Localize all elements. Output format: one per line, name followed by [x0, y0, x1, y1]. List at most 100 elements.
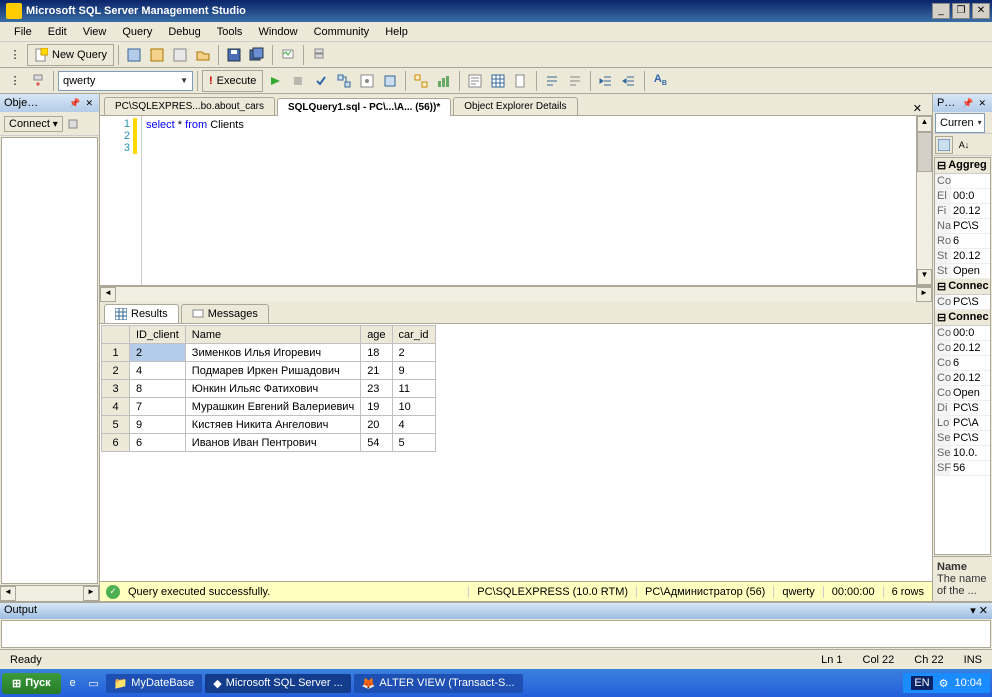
language-indicator[interactable]: EN: [911, 676, 932, 690]
indent-icon[interactable]: [595, 70, 617, 92]
registered-servers-icon[interactable]: [308, 44, 330, 66]
alphabetical-icon[interactable]: A↓: [955, 136, 973, 154]
minimize-button[interactable]: _: [932, 3, 950, 19]
grid-cell[interactable]: 2: [130, 344, 186, 362]
property-row[interactable]: Co20.12: [935, 371, 990, 386]
grid-cell[interactable]: 11: [392, 380, 435, 398]
table-row[interactable]: 24Подмарев Иркен Ришадович219: [102, 362, 436, 380]
pin-icon[interactable]: 📌: [960, 98, 975, 109]
scroll-left-icon[interactable]: ◄: [100, 287, 116, 302]
property-row[interactable]: SePC\S: [935, 431, 990, 446]
close-panel-icon[interactable]: ✕: [979, 604, 988, 618]
change-connection-icon[interactable]: [27, 70, 49, 92]
document-tab[interactable]: SQLQuery1.sql - PC\...\А... (56))*: [277, 98, 451, 116]
client-stats-icon[interactable]: [433, 70, 455, 92]
property-category[interactable]: ⊟Connec: [935, 310, 990, 326]
blank-query-icon[interactable]: [169, 44, 191, 66]
grid-cell[interactable]: 20: [361, 416, 392, 434]
specify-values-icon[interactable]: AB: [649, 70, 671, 92]
close-panel-icon[interactable]: ✕: [976, 98, 988, 109]
table-row[interactable]: 59Кистяев Никита Ангелович204: [102, 416, 436, 434]
save-all-icon[interactable]: [246, 44, 268, 66]
pin-icon[interactable]: 📌: [67, 98, 82, 109]
close-button[interactable]: ✕: [972, 3, 990, 19]
estimated-plan-icon[interactable]: [333, 70, 355, 92]
tab-close-button[interactable]: ✕: [907, 102, 928, 115]
property-row[interactable]: Co6: [935, 356, 990, 371]
grid-cell[interactable]: 4: [130, 362, 186, 380]
restore-button[interactable]: ❐: [952, 3, 970, 19]
grid-cell[interactable]: Подмарев Иркен Ришадович: [185, 362, 360, 380]
results-text-icon[interactable]: [464, 70, 486, 92]
close-panel-icon[interactable]: ✕: [83, 98, 95, 109]
property-row[interactable]: Co20.12: [935, 341, 990, 356]
document-tab[interactable]: Object Explorer Details: [453, 97, 577, 115]
grid-cell[interactable]: 6: [130, 434, 186, 452]
grid-cell[interactable]: Иванов Иван Пентрович: [185, 434, 360, 452]
results-tab[interactable]: Results: [104, 304, 179, 323]
pin-icon[interactable]: ▾: [970, 604, 976, 618]
messages-tab[interactable]: Messages: [181, 304, 269, 323]
column-header[interactable]: ID_client: [130, 326, 186, 344]
table-row[interactable]: 12Зименков Илья Игоревич182: [102, 344, 436, 362]
menu-edit[interactable]: Edit: [40, 24, 75, 39]
comment-icon[interactable]: [541, 70, 563, 92]
property-row[interactable]: DiPC\S: [935, 401, 990, 416]
connect-button[interactable]: Connect ▾: [4, 116, 63, 132]
show-desktop-icon[interactable]: ▭: [85, 674, 103, 692]
grid-cell[interactable]: 10: [392, 398, 435, 416]
menu-tools[interactable]: Tools: [209, 24, 251, 39]
scrollbar-thumb[interactable]: [917, 132, 932, 172]
scroll-up-icon[interactable]: ▲: [917, 116, 932, 132]
uncomment-icon[interactable]: [564, 70, 586, 92]
scroll-right-icon[interactable]: ►: [916, 287, 932, 302]
menu-view[interactable]: View: [75, 24, 115, 39]
results-file-icon[interactable]: [510, 70, 532, 92]
property-category[interactable]: ⊟Connec: [935, 279, 990, 295]
menu-help[interactable]: Help: [377, 24, 416, 39]
code-editor[interactable]: select * from Clients: [142, 116, 916, 285]
row-number[interactable]: 3: [102, 380, 130, 398]
row-number[interactable]: 6: [102, 434, 130, 452]
property-row[interactable]: Fi20.12: [935, 204, 990, 219]
table-row[interactable]: 66Иванов Иван Пентрович545: [102, 434, 436, 452]
property-row[interactable]: LoPC\А: [935, 416, 990, 431]
grid-cell[interactable]: 21: [361, 362, 392, 380]
open-file-icon[interactable]: [192, 44, 214, 66]
taskbar-item-folder[interactable]: 📁 MyDateBase: [106, 674, 203, 693]
new-query-button[interactable]: New Query: [27, 44, 114, 66]
menu-file[interactable]: File: [6, 24, 40, 39]
grid-corner[interactable]: [102, 326, 130, 344]
grid-cell[interactable]: 54: [361, 434, 392, 452]
menu-query[interactable]: Query: [114, 24, 160, 39]
properties-object-dropdown[interactable]: Curren▾: [935, 113, 985, 133]
property-row[interactable]: El00:0: [935, 189, 990, 204]
row-number[interactable]: 5: [102, 416, 130, 434]
property-category[interactable]: ⊟Aggreg: [935, 158, 990, 174]
grid-cell[interactable]: 9: [130, 416, 186, 434]
grid-cell[interactable]: 9: [392, 362, 435, 380]
tray-icon[interactable]: ⚙: [939, 677, 949, 690]
editor-horizontal-scrollbar[interactable]: ◄ ►: [100, 286, 932, 302]
query-options-icon[interactable]: [356, 70, 378, 92]
property-row[interactable]: Co: [935, 174, 990, 189]
disconnect-icon[interactable]: [65, 116, 81, 132]
grid-cell[interactable]: 2: [392, 344, 435, 362]
document-tab[interactable]: PC\SQLEXPRES...bo.about_cars: [104, 97, 275, 115]
property-row[interactable]: Se10.0.: [935, 446, 990, 461]
property-row[interactable]: StOpen: [935, 264, 990, 279]
analysis-query-icon[interactable]: [146, 44, 168, 66]
scroll-left-icon[interactable]: ◄: [0, 586, 16, 601]
clock[interactable]: 10:04: [954, 677, 982, 689]
database-dropdown[interactable]: qwerty ▼: [58, 71, 193, 91]
grid-cell[interactable]: 23: [361, 380, 392, 398]
property-row[interactable]: SF56: [935, 461, 990, 476]
intellisense-icon[interactable]: [379, 70, 401, 92]
menu-debug[interactable]: Debug: [160, 24, 208, 39]
grid-cell[interactable]: 4: [392, 416, 435, 434]
activity-monitor-icon[interactable]: [277, 44, 299, 66]
output-body[interactable]: [1, 620, 991, 648]
scroll-right-icon[interactable]: ►: [83, 586, 99, 601]
row-number[interactable]: 1: [102, 344, 130, 362]
grid-cell[interactable]: 7: [130, 398, 186, 416]
